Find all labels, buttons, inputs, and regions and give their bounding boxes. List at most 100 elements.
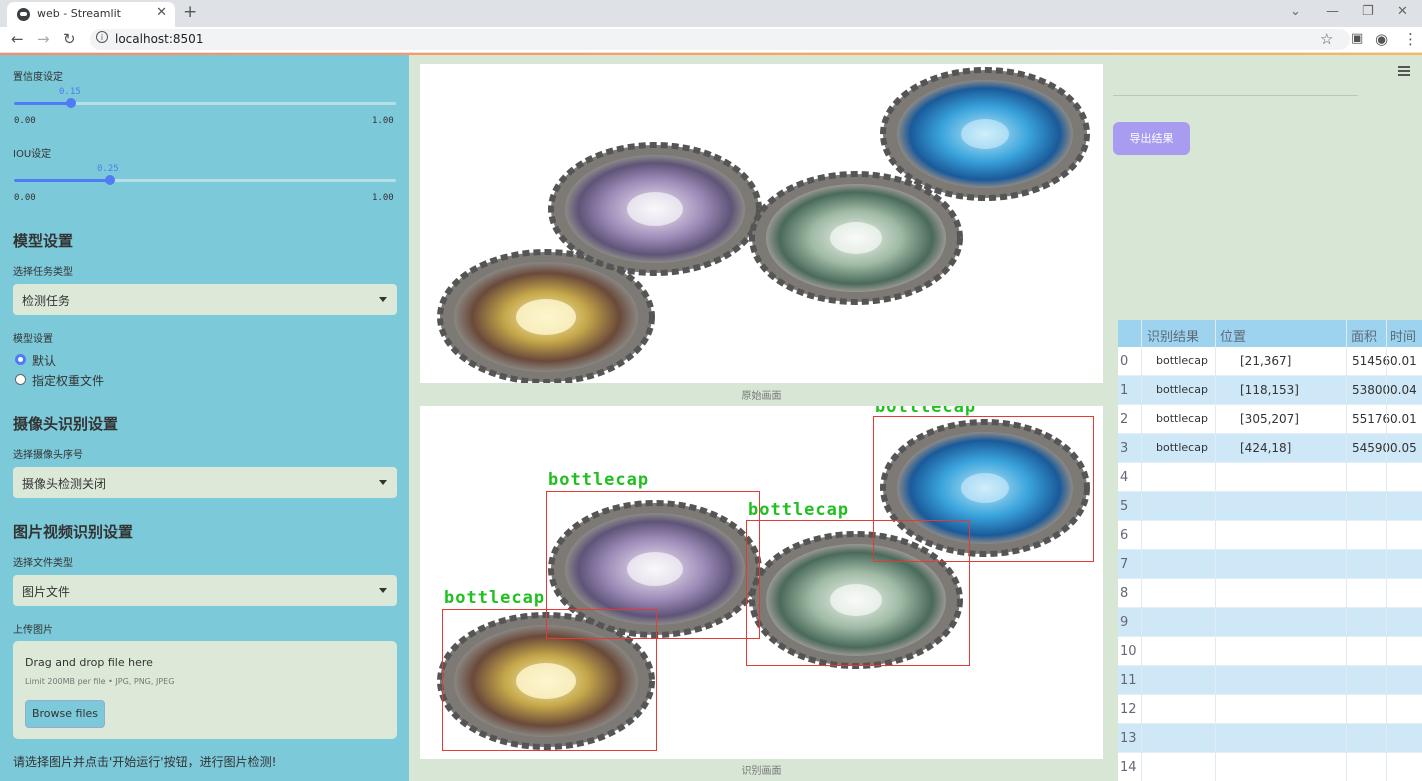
- radio-custom-weights-label[interactable]: 指定权重文件: [32, 372, 104, 389]
- site-info-icon[interactable]: i: [96, 31, 108, 43]
- iou-slider-fill: [14, 179, 110, 182]
- cell-result: bottlecap: [1156, 383, 1208, 396]
- confidence-label: 置信度设定: [13, 72, 63, 83]
- cell-position: [21,367]: [1240, 354, 1292, 368]
- column-header-result[interactable]: 识别结果: [1147, 326, 1199, 345]
- iou-max: 1.00: [372, 193, 394, 203]
- radio-default[interactable]: [15, 354, 26, 365]
- iou-slider-thumb[interactable]: [104, 175, 115, 185]
- detection-label: bottlecap: [875, 406, 977, 417]
- detection-label: bottlecap: [444, 588, 546, 608]
- address-bar: ← → ↻ i localhost:8501 ☆ ▣ ◉ ⋮: [0, 27, 1422, 53]
- row-index: 3: [1120, 441, 1129, 456]
- cell-time: 0.05: [1390, 441, 1417, 455]
- table-row[interactable]: 5: [1118, 492, 1422, 521]
- column-header-area[interactable]: 面积: [1351, 326, 1377, 345]
- minimize-icon[interactable]: —: [1326, 4, 1339, 19]
- camera-value: 摄像头检测关闭: [22, 477, 107, 491]
- table-row[interactable]: 7: [1118, 550, 1422, 579]
- detection-box: [546, 491, 760, 639]
- camera-select[interactable]: 摄像头检测关闭: [13, 467, 397, 498]
- bookmark-star-icon[interactable]: ☆: [1320, 30, 1333, 48]
- row-index: 0: [1120, 354, 1129, 369]
- sidebar: 置信度设定 0.15 0.00 1.00 IOU设定 0.25 0.00 1.0…: [0, 55, 409, 781]
- table-row[interactable]: 8: [1118, 579, 1422, 608]
- row-index: 13: [1120, 731, 1137, 746]
- table-row[interactable]: 0 bottlecap [21,367] 51456 0.01: [1118, 347, 1422, 376]
- upload-hint: 请选择图片并点击'开始运行'按钮，进行图片检测!: [13, 755, 277, 769]
- browse-files-button[interactable]: Browse files: [25, 700, 105, 728]
- browser-tab-bar: web - Streamlit ✕ + ⌄ — ❐ ✕: [0, 0, 1422, 27]
- profile-icon[interactable]: ◉: [1375, 30, 1388, 48]
- dropzone-limit: Limit 200MB per file • JPG, PNG, JPEG: [25, 677, 175, 686]
- row-index: 6: [1120, 528, 1129, 543]
- tab-close-icon[interactable]: ✕: [156, 5, 167, 20]
- radio-custom-weights[interactable]: [15, 374, 26, 385]
- cell-time: 0.01: [1390, 412, 1417, 426]
- browser-tab[interactable]: web - Streamlit ✕: [7, 2, 175, 27]
- browser-menu-icon[interactable]: ⋮: [1403, 30, 1418, 48]
- file-type-label: 选择文件类型: [13, 558, 73, 569]
- radio-default-label[interactable]: 默认: [32, 352, 56, 369]
- detection-label: bottlecap: [548, 470, 650, 490]
- cell-area: 53800: [1352, 383, 1391, 397]
- column-header-time[interactable]: 时间: [1390, 326, 1416, 345]
- column-header-position[interactable]: 位置: [1220, 326, 1246, 345]
- iou-slider[interactable]: [14, 175, 396, 185]
- url-field[interactable]: i localhost:8501: [90, 29, 1350, 50]
- confidence-slider[interactable]: [14, 98, 396, 108]
- restore-icon[interactable]: ❐: [1362, 4, 1374, 19]
- row-index: 14: [1120, 760, 1137, 775]
- row-index: 5: [1120, 499, 1129, 514]
- row-index: 4: [1120, 470, 1129, 485]
- model-setting-label: 模型设置: [13, 334, 53, 345]
- table-row[interactable]: 2 bottlecap [305,207] 55176 0.01: [1118, 405, 1422, 434]
- table-row[interactable]: 3 bottlecap [424,18] 54590 0.05: [1118, 434, 1422, 463]
- confidence-max: 1.00: [372, 116, 394, 126]
- file-dropzone[interactable]: Drag and drop file here Limit 200MB per …: [13, 641, 397, 739]
- table-row[interactable]: 14: [1118, 753, 1422, 781]
- table-row[interactable]: 10: [1118, 637, 1422, 666]
- hamburger-menu-icon[interactable]: [1398, 66, 1410, 78]
- cell-time: 0.04: [1390, 383, 1417, 397]
- cell-result: bottlecap: [1156, 441, 1208, 454]
- tab-title: web - Streamlit: [37, 7, 121, 20]
- table-row[interactable]: 9: [1118, 608, 1422, 637]
- model-settings-heading: 模型设置: [13, 232, 74, 250]
- new-tab-icon[interactable]: +: [183, 2, 197, 22]
- cell-position: [118,153]: [1240, 383, 1299, 397]
- back-icon[interactable]: ←: [11, 30, 24, 48]
- cell-area: 54590: [1352, 441, 1391, 455]
- results-table[interactable]: 识别结果 位置 面积 时间 0 bottlecap [21,367] 51456 0.0…: [1118, 320, 1422, 781]
- forward-icon[interactable]: →: [37, 30, 50, 48]
- export-results-button[interactable]: 导出结果: [1113, 122, 1190, 155]
- table-row[interactable]: 6: [1118, 521, 1422, 550]
- table-row[interactable]: 11: [1118, 666, 1422, 695]
- table-row[interactable]: 1 bottlecap [118,153] 53800 0.04: [1118, 376, 1422, 405]
- confidence-slider-thumb[interactable]: [66, 98, 77, 108]
- row-index: 1: [1120, 383, 1129, 398]
- table-row[interactable]: 4: [1118, 463, 1422, 492]
- file-type-value: 图片文件: [22, 585, 71, 599]
- table-row[interactable]: 12: [1118, 695, 1422, 724]
- task-type-select[interactable]: 检测任务: [13, 284, 397, 315]
- confidence-min: 0.00: [14, 116, 36, 126]
- cell-position: [305,207]: [1240, 412, 1299, 426]
- cell-result: bottlecap: [1156, 412, 1208, 425]
- reload-icon[interactable]: ↻: [63, 30, 76, 48]
- file-type-select[interactable]: 图片文件: [13, 575, 397, 606]
- chevron-down-icon: [379, 480, 387, 485]
- window-close-icon[interactable]: ✕: [1397, 4, 1408, 19]
- sidepanel-icon[interactable]: ▣: [1351, 31, 1363, 46]
- row-index: 7: [1120, 557, 1129, 572]
- column-divider: [1141, 320, 1142, 781]
- url-text: localhost:8501: [115, 32, 204, 46]
- cell-position: [424,18]: [1240, 441, 1292, 455]
- cell-result: bottlecap: [1156, 354, 1208, 367]
- task-type-value: 检测任务: [22, 294, 71, 308]
- chevron-down-icon: [379, 297, 387, 302]
- dropzone-title: Drag and drop file here: [25, 656, 153, 669]
- cell-area: 55176: [1352, 412, 1391, 426]
- tab-search-icon[interactable]: ⌄: [1290, 4, 1301, 19]
- table-row[interactable]: 13: [1118, 724, 1422, 753]
